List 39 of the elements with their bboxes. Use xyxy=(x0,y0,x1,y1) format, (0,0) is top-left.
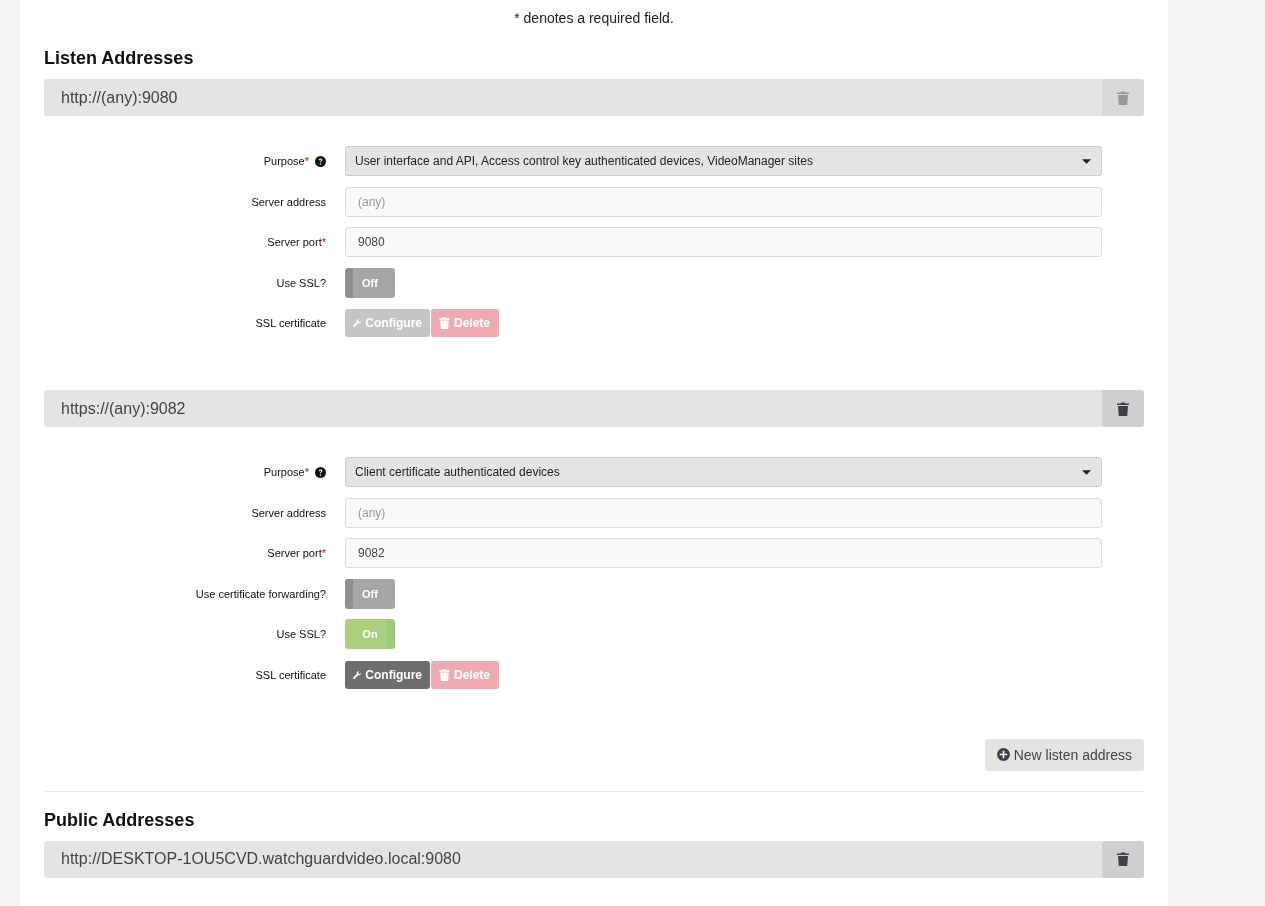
help-icon[interactable] xyxy=(315,466,326,478)
plus-circle-icon xyxy=(996,748,1010,761)
field-label: Use certificate forwarding? xyxy=(195,587,326,600)
field-label: SSL certificate xyxy=(255,668,326,681)
delete-address-button[interactable] xyxy=(1102,390,1144,427)
trash-icon xyxy=(1117,852,1129,866)
field-label: Server address xyxy=(251,506,326,519)
wrench-icon xyxy=(353,317,362,329)
input-field[interactable]: (any) xyxy=(345,497,1102,528)
address-url: https://(any):9082 xyxy=(60,398,187,419)
caret-icon xyxy=(1082,158,1091,164)
input-field[interactable]: (any) xyxy=(345,186,1102,217)
section-title: Listen Addresses xyxy=(44,48,195,69)
address-url: http://DESKTOP-1OU5CVD.watchguardvideo.local:9080 xyxy=(60,849,462,869)
field-label: Server address xyxy=(251,195,326,208)
section-title: Public Addresses xyxy=(44,809,196,831)
trash-icon xyxy=(439,317,450,329)
purpose-dropdown[interactable]: Client certificate authenticated devices xyxy=(345,457,1102,487)
trash-icon xyxy=(1117,401,1129,416)
field-label: Server port* xyxy=(267,547,326,559)
delete-address-button[interactable] xyxy=(1102,840,1144,878)
caret-icon xyxy=(1082,469,1091,475)
purpose-dropdown[interactable]: User interface and API, Access control key authenticated devices, VideoManager sites xyxy=(345,146,1102,176)
address-url: http://(any):9080 xyxy=(60,87,179,108)
required-field-note: * denotes a required field. xyxy=(513,9,675,28)
field-label: Purpose* xyxy=(263,466,309,478)
wrench-icon xyxy=(353,668,362,681)
input-field[interactable]: 9082 xyxy=(345,538,1102,568)
field-label: Purpose* xyxy=(263,155,309,167)
field-label: Server port* xyxy=(267,236,326,248)
field-label: SSL certificate xyxy=(255,317,326,329)
input-field[interactable]: 9080 xyxy=(345,227,1102,257)
trash-icon xyxy=(439,668,450,681)
trash-icon xyxy=(1117,90,1129,105)
field-label: Use SSL? xyxy=(276,276,326,289)
help-icon[interactable] xyxy=(315,155,326,167)
field-label: Use SSL? xyxy=(276,628,326,640)
configure-button[interactable]: Configure xyxy=(345,660,430,689)
new-listen-address-button[interactable]: New listen address xyxy=(984,738,1144,771)
